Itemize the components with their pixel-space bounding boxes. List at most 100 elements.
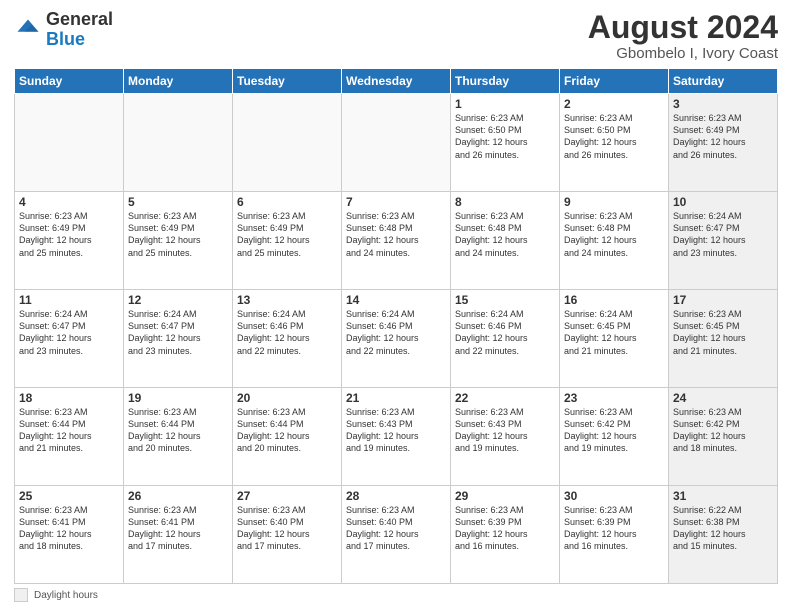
day-info: Sunrise: 6:23 AM Sunset: 6:50 PM Dayligh… (564, 112, 664, 161)
calendar-cell: 27Sunrise: 6:23 AM Sunset: 6:40 PM Dayli… (233, 486, 342, 584)
day-number: 7 (346, 195, 446, 209)
calendar-cell: 7Sunrise: 6:23 AM Sunset: 6:48 PM Daylig… (342, 192, 451, 290)
day-info: Sunrise: 6:24 AM Sunset: 6:47 PM Dayligh… (19, 308, 119, 357)
column-header-wednesday: Wednesday (342, 69, 451, 94)
day-info: Sunrise: 6:23 AM Sunset: 6:39 PM Dayligh… (455, 504, 555, 553)
page: General Blue August 2024 Gbombelo I, Ivo… (0, 0, 792, 612)
calendar-cell (15, 94, 124, 192)
calendar-cell: 6Sunrise: 6:23 AM Sunset: 6:49 PM Daylig… (233, 192, 342, 290)
day-number: 22 (455, 391, 555, 405)
week-row-1: 1Sunrise: 6:23 AM Sunset: 6:50 PM Daylig… (15, 94, 778, 192)
day-info: Sunrise: 6:24 AM Sunset: 6:46 PM Dayligh… (237, 308, 337, 357)
day-number: 21 (346, 391, 446, 405)
logo-general: General (46, 9, 113, 29)
day-info: Sunrise: 6:23 AM Sunset: 6:48 PM Dayligh… (455, 210, 555, 259)
day-number: 23 (564, 391, 664, 405)
day-number: 3 (673, 97, 773, 111)
calendar-cell: 13Sunrise: 6:24 AM Sunset: 6:46 PM Dayli… (233, 290, 342, 388)
day-info: Sunrise: 6:23 AM Sunset: 6:50 PM Dayligh… (455, 112, 555, 161)
day-number: 25 (19, 489, 119, 503)
calendar-cell: 15Sunrise: 6:24 AM Sunset: 6:46 PM Dayli… (451, 290, 560, 388)
calendar-cell: 26Sunrise: 6:23 AM Sunset: 6:41 PM Dayli… (124, 486, 233, 584)
calendar-cell: 5Sunrise: 6:23 AM Sunset: 6:49 PM Daylig… (124, 192, 233, 290)
column-header-friday: Friday (560, 69, 669, 94)
week-row-5: 25Sunrise: 6:23 AM Sunset: 6:41 PM Dayli… (15, 486, 778, 584)
calendar-cell: 8Sunrise: 6:23 AM Sunset: 6:48 PM Daylig… (451, 192, 560, 290)
calendar-cell: 9Sunrise: 6:23 AM Sunset: 6:48 PM Daylig… (560, 192, 669, 290)
logo: General Blue (14, 10, 113, 50)
calendar-cell (233, 94, 342, 192)
day-number: 12 (128, 293, 228, 307)
day-number: 24 (673, 391, 773, 405)
calendar-cell: 29Sunrise: 6:23 AM Sunset: 6:39 PM Dayli… (451, 486, 560, 584)
day-info: Sunrise: 6:23 AM Sunset: 6:44 PM Dayligh… (237, 406, 337, 455)
column-header-saturday: Saturday (669, 69, 778, 94)
day-number: 5 (128, 195, 228, 209)
day-info: Sunrise: 6:23 AM Sunset: 6:40 PM Dayligh… (237, 504, 337, 553)
column-header-monday: Monday (124, 69, 233, 94)
day-info: Sunrise: 6:23 AM Sunset: 6:42 PM Dayligh… (673, 406, 773, 455)
calendar-cell (342, 94, 451, 192)
day-number: 8 (455, 195, 555, 209)
day-number: 13 (237, 293, 337, 307)
day-info: Sunrise: 6:23 AM Sunset: 6:48 PM Dayligh… (346, 210, 446, 259)
shaded-box (14, 588, 28, 602)
day-info: Sunrise: 6:23 AM Sunset: 6:49 PM Dayligh… (673, 112, 773, 161)
week-row-3: 11Sunrise: 6:24 AM Sunset: 6:47 PM Dayli… (15, 290, 778, 388)
day-info: Sunrise: 6:23 AM Sunset: 6:41 PM Dayligh… (19, 504, 119, 553)
day-number: 26 (128, 489, 228, 503)
day-info: Sunrise: 6:23 AM Sunset: 6:44 PM Dayligh… (128, 406, 228, 455)
calendar-table: SundayMondayTuesdayWednesdayThursdayFrid… (14, 68, 778, 584)
calendar-cell: 25Sunrise: 6:23 AM Sunset: 6:41 PM Dayli… (15, 486, 124, 584)
day-info: Sunrise: 6:22 AM Sunset: 6:38 PM Dayligh… (673, 504, 773, 553)
title-block: August 2024 Gbombelo I, Ivory Coast (588, 10, 778, 62)
day-info: Sunrise: 6:23 AM Sunset: 6:43 PM Dayligh… (455, 406, 555, 455)
week-row-2: 4Sunrise: 6:23 AM Sunset: 6:49 PM Daylig… (15, 192, 778, 290)
day-number: 31 (673, 489, 773, 503)
calendar-cell: 2Sunrise: 6:23 AM Sunset: 6:50 PM Daylig… (560, 94, 669, 192)
calendar-cell: 3Sunrise: 6:23 AM Sunset: 6:49 PM Daylig… (669, 94, 778, 192)
day-info: Sunrise: 6:23 AM Sunset: 6:41 PM Dayligh… (128, 504, 228, 553)
calendar-cell (124, 94, 233, 192)
day-number: 28 (346, 489, 446, 503)
day-info: Sunrise: 6:24 AM Sunset: 6:46 PM Dayligh… (346, 308, 446, 357)
day-number: 16 (564, 293, 664, 307)
header: General Blue August 2024 Gbombelo I, Ivo… (14, 10, 778, 62)
day-info: Sunrise: 6:24 AM Sunset: 6:45 PM Dayligh… (564, 308, 664, 357)
calendar-cell: 28Sunrise: 6:23 AM Sunset: 6:40 PM Dayli… (342, 486, 451, 584)
day-info: Sunrise: 6:23 AM Sunset: 6:49 PM Dayligh… (237, 210, 337, 259)
calendar-header-row: SundayMondayTuesdayWednesdayThursdayFrid… (15, 69, 778, 94)
calendar-title: August 2024 (588, 10, 778, 45)
calendar-cell: 10Sunrise: 6:24 AM Sunset: 6:47 PM Dayli… (669, 192, 778, 290)
day-number: 20 (237, 391, 337, 405)
day-number: 19 (128, 391, 228, 405)
day-info: Sunrise: 6:23 AM Sunset: 6:49 PM Dayligh… (19, 210, 119, 259)
column-header-thursday: Thursday (451, 69, 560, 94)
day-info: Sunrise: 6:24 AM Sunset: 6:47 PM Dayligh… (128, 308, 228, 357)
day-number: 9 (564, 195, 664, 209)
day-number: 17 (673, 293, 773, 307)
day-info: Sunrise: 6:23 AM Sunset: 6:40 PM Dayligh… (346, 504, 446, 553)
day-number: 14 (346, 293, 446, 307)
column-header-sunday: Sunday (15, 69, 124, 94)
day-info: Sunrise: 6:23 AM Sunset: 6:39 PM Dayligh… (564, 504, 664, 553)
day-number: 2 (564, 97, 664, 111)
calendar-cell: 19Sunrise: 6:23 AM Sunset: 6:44 PM Dayli… (124, 388, 233, 486)
calendar-cell: 24Sunrise: 6:23 AM Sunset: 6:42 PM Dayli… (669, 388, 778, 486)
calendar-cell: 31Sunrise: 6:22 AM Sunset: 6:38 PM Dayli… (669, 486, 778, 584)
footer: Daylight hours (14, 588, 778, 602)
calendar-cell: 4Sunrise: 6:23 AM Sunset: 6:49 PM Daylig… (15, 192, 124, 290)
day-info: Sunrise: 6:24 AM Sunset: 6:47 PM Dayligh… (673, 210, 773, 259)
calendar-cell: 14Sunrise: 6:24 AM Sunset: 6:46 PM Dayli… (342, 290, 451, 388)
day-number: 10 (673, 195, 773, 209)
calendar-cell: 17Sunrise: 6:23 AM Sunset: 6:45 PM Dayli… (669, 290, 778, 388)
calendar-cell: 21Sunrise: 6:23 AM Sunset: 6:43 PM Dayli… (342, 388, 451, 486)
calendar-cell: 16Sunrise: 6:24 AM Sunset: 6:45 PM Dayli… (560, 290, 669, 388)
day-info: Sunrise: 6:23 AM Sunset: 6:45 PM Dayligh… (673, 308, 773, 357)
calendar-cell: 23Sunrise: 6:23 AM Sunset: 6:42 PM Dayli… (560, 388, 669, 486)
logo-text: General Blue (46, 10, 113, 50)
calendar-cell: 30Sunrise: 6:23 AM Sunset: 6:39 PM Dayli… (560, 486, 669, 584)
day-number: 11 (19, 293, 119, 307)
calendar-cell: 12Sunrise: 6:24 AM Sunset: 6:47 PM Dayli… (124, 290, 233, 388)
day-info: Sunrise: 6:23 AM Sunset: 6:43 PM Dayligh… (346, 406, 446, 455)
